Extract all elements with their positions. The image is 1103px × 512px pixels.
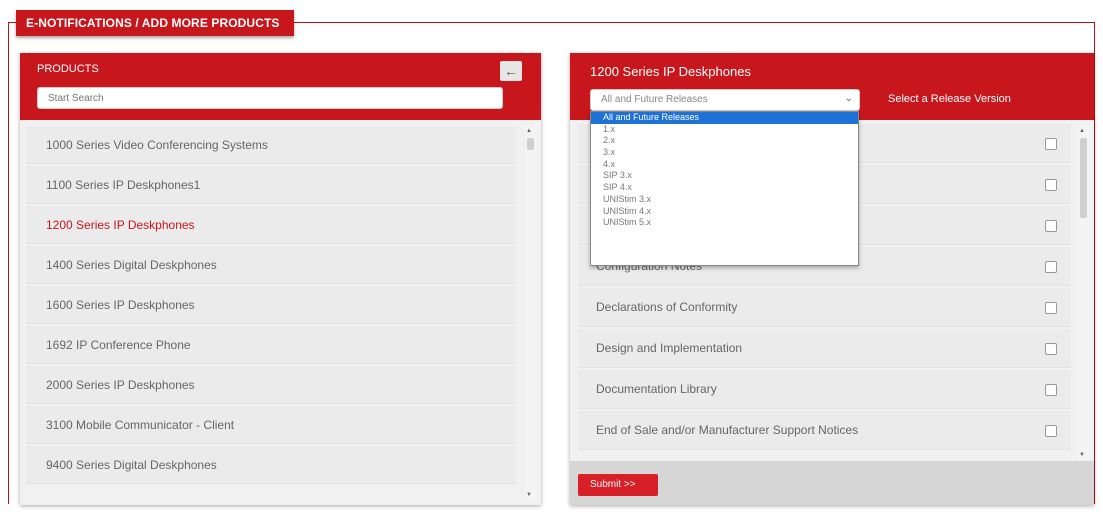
scroll-up-icon[interactable]: ▲ [526,128,532,134]
document-type-row: Declarations of Conformity [578,288,1071,327]
document-type-checkbox[interactable] [1045,343,1057,355]
product-list-item[interactable]: 3100 Mobile Communicator - Client [26,406,516,444]
products-header: PRODUCTS ← [20,53,541,120]
products-panel: PRODUCTS ← 1000 Series Video Conferencin… [20,53,541,505]
products-scrollbar[interactable]: ▲ ▼ [525,126,536,500]
scroll-up-icon[interactable]: ▲ [1079,128,1085,134]
release-option[interactable]: 4.x [591,159,858,171]
product-search-input[interactable] [37,87,503,109]
release-dropdown: All and Future Releases 1.x 2.x 3.x 4.x SIP 3… [590,111,859,266]
arrow-left-icon: ← [504,63,518,79]
document-type-row: Documentation Library [578,370,1071,409]
document-type-label: Documentation Library [596,382,717,396]
release-select[interactable]: All and Future Releases ⌄ [590,89,860,111]
document-type-checkbox[interactable] [1045,220,1057,232]
documents-footer: Submit >> [570,461,1094,505]
section-title: E-NOTIFICATIONS / ADD MORE PRODUCTS [16,10,294,36]
document-type-row: End of Sale and/or Manufacturer Support … [578,411,1071,450]
product-list-item[interactable]: 1600 Series IP Deskphones [26,286,516,324]
documents-scrollbar[interactable]: ▲ ▼ [1078,126,1090,460]
release-option[interactable]: 2.x [591,135,858,147]
product-list-item[interactable]: 1400 Series Digital Deskphones [26,246,516,284]
product-list-item[interactable]: 1200 Series IP Deskphones [26,206,516,244]
scroll-thumb[interactable] [1080,138,1087,218]
product-list-item[interactable]: 1100 Series IP Deskphones1 [26,166,516,204]
document-type-label: Design and Implementation [596,341,743,355]
product-list-item[interactable]: 9400 Series Digital Deskphones [26,446,516,484]
products-title: PRODUCTS [37,63,99,75]
document-type-checkbox[interactable] [1045,138,1057,150]
document-type-checkbox[interactable] [1045,179,1057,191]
document-type-row: Design and Implementation [578,329,1071,368]
release-option[interactable]: All and Future Releases [591,112,858,124]
document-type-checkbox[interactable] [1045,302,1057,314]
release-select-label: Select a Release Version [888,93,1011,105]
scroll-down-icon[interactable]: ▼ [1079,452,1085,458]
submit-button[interactable]: Submit >> [578,474,658,496]
product-list-item[interactable]: 2000 Series IP Deskphones [26,366,516,404]
documents-header: 1200 Series IP Deskphones All and Future… [570,53,1094,120]
product-list-item[interactable]: 1692 IP Conference Phone [26,326,516,364]
document-type-checkbox[interactable] [1045,261,1057,273]
scroll-thumb[interactable] [527,138,534,150]
document-type-checkbox[interactable] [1045,384,1057,396]
release-select-value: All and Future Releases [601,94,708,105]
back-button[interactable]: ← [500,61,522,81]
document-type-label: Declarations of Conformity [596,300,738,314]
document-type-label: End of Sale and/or Manufacturer Support … [596,423,859,437]
release-option[interactable]: SIP 4.x [591,182,858,194]
release-option[interactable]: 3.x [591,147,858,159]
document-type-checkbox[interactable] [1045,425,1057,437]
scroll-down-icon[interactable]: ▼ [526,492,532,498]
release-option[interactable]: SIP 3.x [591,170,858,182]
product-list-item[interactable]: 1000 Series Video Conferencing Systems [26,126,516,164]
release-option[interactable]: UNIStim 3.x [591,194,858,206]
chevron-down-icon: ⌄ [844,93,853,104]
selected-product-title: 1200 Series IP Deskphones [590,64,751,79]
release-option[interactable]: 1.x [591,124,858,136]
product-list: 1000 Series Video Conferencing Systems 11… [26,126,516,486]
release-option[interactable]: UNIStim 5.x [591,217,858,229]
release-option[interactable]: UNIStim 4.x [591,206,858,218]
